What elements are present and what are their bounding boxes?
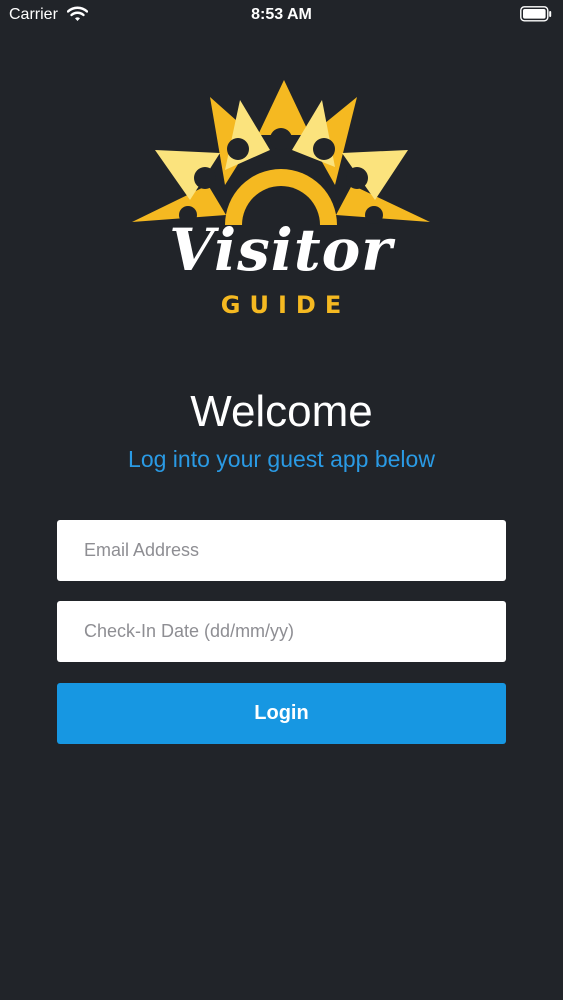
logo-wordmark-guide: GUIDE <box>220 291 351 319</box>
login-button[interactable]: Login <box>57 683 506 744</box>
battery-icon <box>520 6 552 22</box>
email-field[interactable] <box>57 520 506 581</box>
sunflower-icon <box>132 80 430 225</box>
check-in-date-field[interactable] <box>57 601 506 662</box>
status-time: 8:53 AM <box>251 6 312 23</box>
logo-wordmark-visitor: Visitor <box>169 216 393 284</box>
welcome-subtitle: Log into your guest app below <box>128 446 435 472</box>
status-bar: Carrier 8:53 AM <box>0 0 563 30</box>
welcome-title: Welcome <box>190 387 373 436</box>
visitor-guide-logo: Visitor GUIDE <box>130 75 432 325</box>
